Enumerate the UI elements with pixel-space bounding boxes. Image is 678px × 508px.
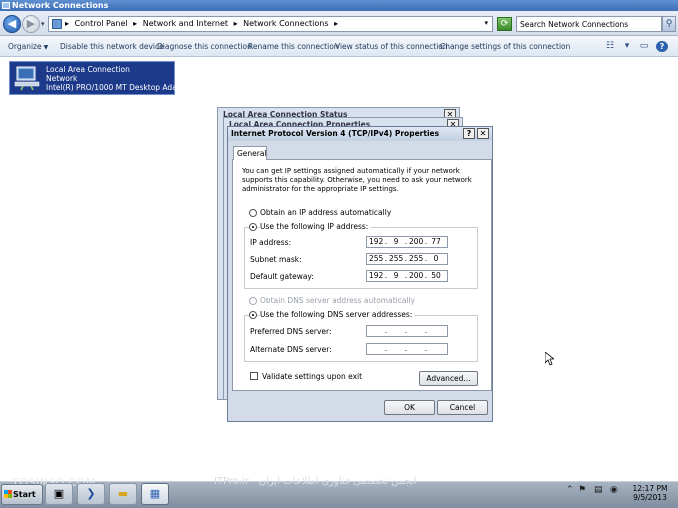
ip-address-field[interactable]: 192. 9. 200. 77	[366, 236, 448, 248]
change-settings-button[interactable]: Change settings of this connection	[440, 42, 570, 51]
disable-device-button[interactable]: Disable this network device	[60, 42, 164, 51]
search-icon[interactable]: ⚲	[662, 16, 676, 32]
obtain-dns-auto-label: Obtain DNS server address automatically	[260, 296, 416, 305]
action-center-flag-icon[interactable]: ⚑	[578, 485, 586, 495]
obtain-ip-auto-label: Obtain an IP address automatically	[260, 208, 392, 217]
help-icon[interactable]: ?	[656, 41, 668, 52]
network-tray-icon[interactable]: ▤	[594, 485, 603, 495]
description-text: You can get IP settings assigned automat…	[242, 167, 472, 193]
dialog-close-button[interactable]: ✕	[477, 128, 489, 139]
dialog-title: Internet Protocol Version 4 (TCP/IPv4) P…	[231, 129, 440, 138]
control-panel-icon	[52, 19, 62, 29]
network-icon: ▦	[149, 487, 161, 500]
use-following-ip-label: Use the following IP address:	[260, 222, 371, 231]
preview-pane-icon[interactable]: ▭	[638, 41, 650, 52]
diagnose-button[interactable]: Diagnose this connection	[157, 42, 252, 51]
obtain-dns-auto-radio[interactable]	[249, 297, 257, 305]
tab-general[interactable]: General	[233, 146, 267, 160]
search-input[interactable]: Search Network Connections	[516, 16, 662, 32]
cancel-button[interactable]: Cancel	[437, 400, 488, 415]
validate-settings-label: Validate settings upon exit	[262, 372, 363, 381]
obtain-ip-auto-radio[interactable]	[249, 209, 257, 217]
clock-date: 9/5/2013	[633, 493, 667, 502]
view-options-icon[interactable]: ☷	[604, 41, 616, 52]
preferred-dns-field[interactable]: ...	[366, 325, 448, 337]
preferred-dns-label: Preferred DNS server:	[250, 327, 332, 336]
address-dropdown-icon[interactable]: ▾	[484, 19, 488, 27]
breadcrumb: ▸ Control Panel ▸ Network and Internet ▸…	[65, 19, 339, 28]
show-hidden-icons[interactable]: ⌃	[566, 485, 574, 495]
validate-settings-checkbox[interactable]	[250, 372, 258, 380]
window-title: Network Connections	[12, 1, 109, 10]
alternate-dns-label: Alternate DNS server:	[250, 345, 332, 354]
powershell-taskbar-button[interactable]: ❯	[77, 483, 105, 505]
ok-button[interactable]: OK	[384, 400, 435, 415]
network-connections-icon	[2, 2, 10, 9]
address-toolbar: ◀ ▶ ▾ ▸ Control Panel ▸ Network and Inte…	[0, 11, 678, 36]
command-bar: Organize ▼ Disable this network device Di…	[0, 36, 678, 57]
mouse-cursor-icon	[545, 352, 554, 366]
start-button[interactable]: Start	[1, 484, 43, 505]
breadcrumb-network-internet[interactable]: Network and Internet	[143, 19, 228, 28]
breadcrumb-network-connections[interactable]: Network Connections	[243, 19, 328, 28]
network-adapter-icon	[14, 66, 40, 91]
connection-name: Local Area Connection	[46, 65, 130, 74]
watermark-right: ITPro.ir - انجمن تخصصی فناوری اطلاعات ای…	[214, 476, 417, 487]
recent-pages-dropdown[interactable]: ▾	[41, 20, 45, 28]
default-gateway-label: Default gateway:	[250, 272, 314, 281]
default-gateway-field[interactable]: 192. 9. 200. 50	[366, 270, 448, 282]
connection-adapter: Intel(R) PRO/1000 MT Desktop Adap...	[46, 83, 189, 92]
server-manager-icon: ▣	[53, 487, 65, 500]
forward-button[interactable]: ▶	[22, 15, 40, 33]
address-bar[interactable]: ▸ Control Panel ▸ Network and Internet ▸…	[48, 16, 493, 32]
subnet-mask-field[interactable]: 255. 255. 255. 0	[366, 253, 448, 265]
windows-logo-icon	[4, 490, 12, 498]
organize-menu[interactable]: Organize ▼	[8, 42, 48, 51]
use-following-dns-label: Use the following DNS server addresses:	[260, 310, 415, 319]
advanced-button[interactable]: Advanced...	[419, 371, 478, 386]
network-connections-taskbar-button[interactable]: ▦	[141, 483, 169, 505]
rename-button[interactable]: Rename this connection	[248, 42, 339, 51]
connection-network: Network	[46, 74, 78, 83]
refresh-button[interactable]: ⟳	[497, 17, 512, 31]
view-dropdown-icon[interactable]: ▾	[621, 41, 633, 52]
taskbar-clock[interactable]: 12:17 PM 9/5/2013	[626, 484, 674, 502]
back-button[interactable]: ◀	[3, 15, 21, 33]
folder-icon: ▬	[117, 487, 129, 500]
breadcrumb-control-panel[interactable]: Control Panel	[75, 19, 128, 28]
use-following-ip-radio[interactable]	[249, 223, 257, 231]
alternate-dns-field[interactable]: ...	[366, 343, 448, 355]
dialog-title-bar[interactable]: Internet Protocol Version 4 (TCP/IPv4) P…	[228, 127, 492, 141]
ip-address-label: IP address:	[250, 238, 292, 247]
use-following-dns-radio[interactable]	[249, 311, 257, 319]
clock-time: 12:17 PM	[632, 484, 668, 493]
window-title-bar: Network Connections	[0, 0, 678, 11]
dialog-help-button[interactable]: ?	[463, 128, 475, 139]
view-status-button[interactable]: View status of this connection	[335, 42, 448, 51]
volume-icon[interactable]: ◉	[610, 485, 618, 495]
powershell-icon: ❯	[86, 487, 96, 500]
subnet-mask-label: Subnet mask:	[250, 255, 302, 264]
connection-item-lan[interactable]: Local Area Connection Network Intel(R) P…	[9, 61, 189, 95]
server-manager-taskbar-button[interactable]: ▣	[45, 483, 73, 505]
explorer-taskbar-button[interactable]: ▬	[109, 483, 137, 505]
